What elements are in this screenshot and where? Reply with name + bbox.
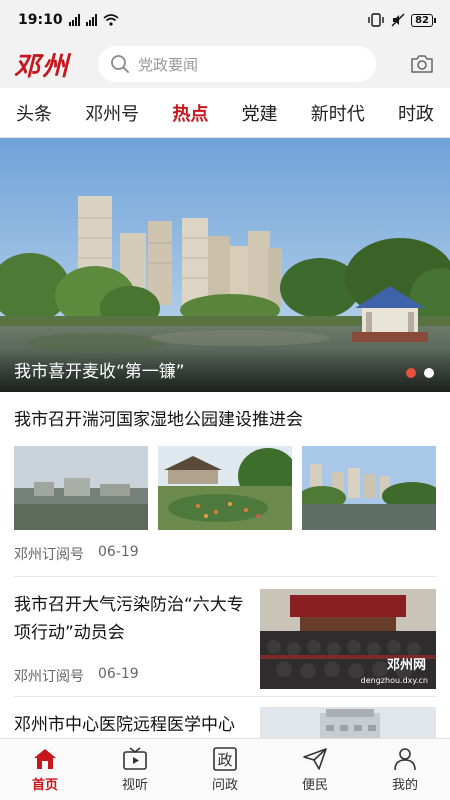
app-screen: 19:10 82 邓州 党政要闻 头条 邓州号 热点 党建 新时代 时政 我市喜… <box>0 0 450 800</box>
news-meta: 邓州订阅号 06-19 <box>14 530 436 576</box>
tab-dangjian[interactable]: 党建 <box>242 100 278 126</box>
news-title: 我市召开大气污染防治“六大专项行动”动员会 <box>14 595 244 643</box>
battery-indicator: 82 <box>411 13 436 27</box>
search-icon <box>111 55 129 73</box>
user-icon <box>394 747 416 770</box>
nav-home-label: 首页 <box>31 777 58 793</box>
carousel-dot-1[interactable] <box>406 368 416 378</box>
status-right: 82 <box>367 13 436 27</box>
news-date: 06-19 <box>98 666 139 682</box>
news-thumbnail <box>14 446 148 530</box>
camera-icon <box>411 55 433 73</box>
camera-button[interactable] <box>408 50 436 78</box>
status-time: 19:10 <box>18 12 63 28</box>
meeting-photo <box>260 589 436 689</box>
signal-icon <box>68 14 80 26</box>
home-icon <box>34 748 56 769</box>
vibrate-icon <box>368 13 384 27</box>
app-logo: 邓州 <box>14 51 71 82</box>
carousel-dot-2[interactable] <box>424 368 434 378</box>
news-item[interactable]: 我市召开湍河国家湿地公园建设推进会 邓州订阅号 06-19 <box>14 392 436 577</box>
mute-icon <box>391 13 405 27</box>
news-date: 06-19 <box>98 544 139 560</box>
nav-bianmin-label: 便民 <box>301 777 328 793</box>
tab-shizheng[interactable]: 时政 <box>398 100 434 126</box>
news-image: 邓州网 dengzhou.dxy.cn <box>260 589 436 689</box>
send-icon <box>303 747 327 770</box>
image-watermark: 邓州网 <box>386 658 426 673</box>
battery-level: 82 <box>411 13 433 27</box>
news-list: 我市召开湍河国家湿地公园建设推进会 邓州订阅号 06-19 我市召开大气污染防治… <box>0 392 450 777</box>
news-item[interactable]: 我市召开大气污染防治“六大专项行动”动员会 邓州订阅号 06-19 邓州网 de… <box>14 577 436 697</box>
tab-dengzhouhao[interactable]: 邓州号 <box>85 100 139 126</box>
nav-wenzheng[interactable]: 政 问政 <box>195 746 255 793</box>
category-tabs: 头条 邓州号 热点 党建 新时代 时政 <box>0 88 450 138</box>
signal-icon <box>85 14 97 26</box>
carousel-dots <box>406 368 434 378</box>
status-left: 19:10 <box>18 12 119 28</box>
banner-carousel[interactable]: 我市喜开麦收“第一镰” <box>0 138 450 392</box>
tab-toutiao[interactable]: 头条 <box>16 100 52 126</box>
status-bar: 19:10 82 <box>0 0 450 40</box>
nav-bianmin[interactable]: 便民 <box>285 747 345 793</box>
nav-mine[interactable]: 我的 <box>375 747 435 793</box>
app-header: 邓州 党政要闻 <box>0 40 450 88</box>
wifi-icon <box>103 14 119 26</box>
nav-mine-label: 我的 <box>391 777 418 793</box>
svg-text:政: 政 <box>217 751 232 769</box>
news-title: 我市召开湍河国家湿地公园建设推进会 <box>14 410 303 430</box>
tv-play-icon <box>123 746 147 770</box>
nav-wenzheng-label: 问政 <box>211 777 238 793</box>
news-text: 我市召开大气污染防治“六大专项行动”动员会 邓州订阅号 06-19 <box>14 585 250 696</box>
zheng-icon: 政 <box>213 746 237 771</box>
search-bar[interactable]: 党政要闻 <box>98 46 376 82</box>
tab-redian[interactable]: 热点 <box>172 100 208 126</box>
news-thumbnail <box>158 446 292 530</box>
nav-media-label: 视听 <box>121 777 148 793</box>
tab-xinshidai[interactable]: 新时代 <box>311 100 365 126</box>
news-thumbnail <box>302 446 436 530</box>
bottom-navigation: 首页 视听 政 问政 便民 我的 <box>0 738 450 800</box>
banner-caption: 我市喜开麦收“第一镰” <box>14 362 185 382</box>
news-thumbnails <box>14 446 436 530</box>
nav-home[interactable]: 首页 <box>15 747 75 793</box>
image-watermark-sub: dengzhou.dxy.cn <box>360 676 428 685</box>
news-source: 邓州订阅号 <box>14 669 84 685</box>
nav-media[interactable]: 视听 <box>105 746 165 793</box>
news-meta: 邓州订阅号 06-19 <box>14 666 250 686</box>
news-source: 邓州订阅号 <box>14 547 84 563</box>
search-placeholder: 党政要闻 <box>138 55 199 74</box>
